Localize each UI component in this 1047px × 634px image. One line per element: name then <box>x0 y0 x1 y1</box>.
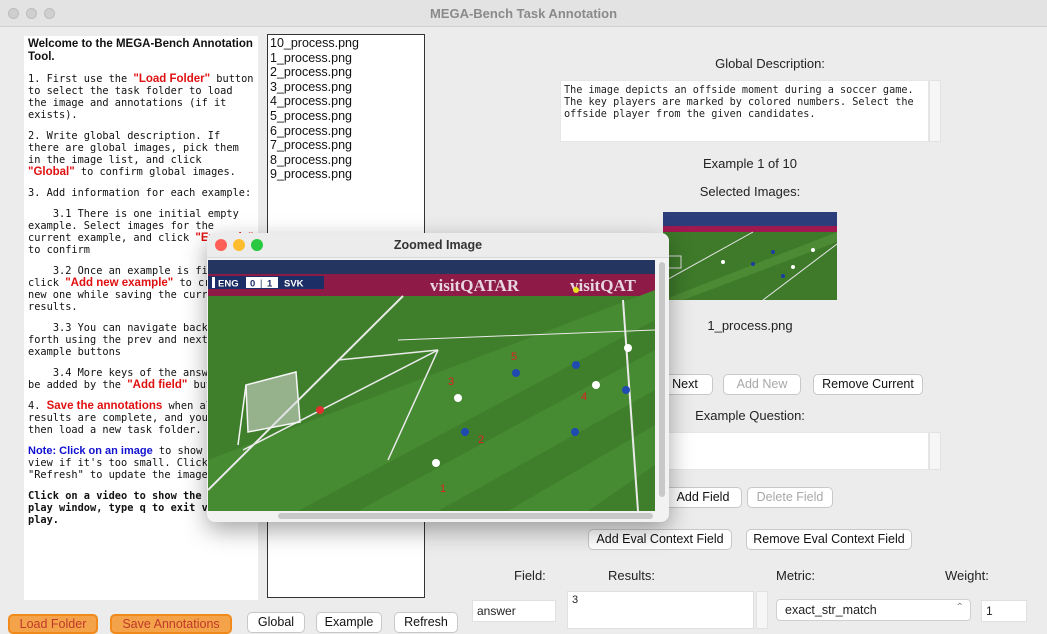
score-away-goals: 1 <box>267 279 273 290</box>
add-eval-context-field-button[interactable]: Add Eval Context Field <box>588 529 732 550</box>
score-home-goals: 0 <box>250 279 255 290</box>
marker-5: 5 <box>511 351 517 363</box>
file-list-item[interactable]: 1_process.png <box>270 51 422 66</box>
marker-3: 3 <box>448 376 454 388</box>
zoom-vertical-scroll-thumb[interactable] <box>659 262 665 497</box>
marker-1: 1 <box>440 483 446 495</box>
zoomed-image-window[interactable]: Zoomed Image visitQATAR visitQAT 1 2 3 4… <box>207 233 669 522</box>
delete-field-button[interactable]: Delete Field <box>747 487 833 508</box>
file-list-item[interactable]: 2_process.png <box>270 65 422 80</box>
file-list-item[interactable]: 4_process.png <box>270 94 422 109</box>
results-column-label: Results: <box>608 568 655 583</box>
file-list-item[interactable]: 3_process.png <box>270 80 422 95</box>
metric-select[interactable]: exact_str_match ⌃ <box>776 599 971 621</box>
zoom-window-title: Zoomed Image <box>393 238 483 252</box>
file-list-item[interactable]: 9_process.png <box>270 167 422 182</box>
weight-column-label: Weight: <box>945 568 989 583</box>
window-title: MEGA-Bench Task Annotation <box>429 6 618 21</box>
instructions-heading: Welcome to the MEGA-Bench Annotation Too… <box>28 38 257 63</box>
marker-2: 2 <box>478 434 484 446</box>
ad-board-text-2: visitQAT <box>570 276 636 295</box>
instruction-step-1: 1. First use the "Load Folder" button to… <box>28 73 254 121</box>
zoomed-image[interactable]: visitQATAR visitQAT 1 2 3 4 5 ENG 0 | 1 … <box>208 260 655 511</box>
scoreboard: ENG 0 | 1 SVK <box>208 276 324 290</box>
selected-image-name: 1_process.png <box>707 318 793 333</box>
example-counter: Example 1 of 10 <box>703 156 797 171</box>
soccer-thumbnail-image <box>663 212 837 300</box>
zoom-horizontal-scrollbar[interactable] <box>208 512 656 520</box>
file-list-item[interactable]: 10_process.png <box>270 36 422 51</box>
weight-input[interactable]: 1 <box>981 600 1027 622</box>
zoom-horizontal-scroll-thumb[interactable] <box>278 513 653 519</box>
ad-board-text: visitQATAR <box>430 276 520 295</box>
add-new-example-button[interactable]: Add New <box>723 374 801 395</box>
zoom-vertical-scrollbar[interactable] <box>658 260 666 500</box>
metric-selected-value: exact_str_match <box>785 603 877 617</box>
soccer-offside-image: visitQATAR visitQAT 1 2 3 4 5 ENG 0 | 1 … <box>208 260 655 511</box>
marker-4: 4 <box>581 391 587 403</box>
example-question-scrollbar[interactable] <box>929 432 941 470</box>
field-name-input[interactable]: answer <box>472 600 556 622</box>
results-scrollbar[interactable] <box>756 591 768 629</box>
example-question-label: Example Question: <box>695 408 805 423</box>
global-description-textbox[interactable]: The image depicts an offside moment duri… <box>560 80 929 142</box>
title-bar: MEGA-Bench Task Annotation <box>0 0 1047 27</box>
selected-image-thumbnail[interactable] <box>663 212 837 300</box>
results-input[interactable]: 3 <box>567 591 754 629</box>
instruction-step-3: 3. Add information for each example: <box>28 187 252 199</box>
score-home-team: ENG <box>218 279 239 290</box>
file-list-item[interactable]: 7_process.png <box>270 138 422 153</box>
file-list-item[interactable]: 8_process.png <box>270 153 422 168</box>
example-button[interactable]: Example <box>316 612 382 633</box>
selected-images-label: Selected Images: <box>699 184 801 199</box>
remove-eval-context-field-button[interactable]: Remove Eval Context Field <box>746 529 912 550</box>
score-away-team: SVK <box>284 279 304 290</box>
file-list-item[interactable]: 5_process.png <box>270 109 422 124</box>
chevron-updown-icon: ⌃ <box>955 602 964 613</box>
metric-column-label: Metric: <box>776 568 815 583</box>
zoom-window-title-bar: Zoomed Image <box>207 233 669 258</box>
add-field-button[interactable]: Add Field <box>664 487 742 508</box>
global-description-label: Global Description: <box>715 56 825 71</box>
global-description-scrollbar[interactable] <box>929 80 941 142</box>
instruction-step-2: 2. Write global description. If there ar… <box>28 130 245 178</box>
save-annotations-button[interactable]: Save Annotations <box>110 614 232 634</box>
global-button[interactable]: Global <box>247 612 305 633</box>
svg-text:|: | <box>260 278 262 288</box>
field-column-label: Field: <box>514 568 546 583</box>
refresh-button[interactable]: Refresh <box>394 612 458 633</box>
file-list-item[interactable]: 6_process.png <box>270 124 422 139</box>
remove-current-example-button[interactable]: Remove Current <box>813 374 923 395</box>
load-folder-button[interactable]: Load Folder <box>8 614 98 634</box>
